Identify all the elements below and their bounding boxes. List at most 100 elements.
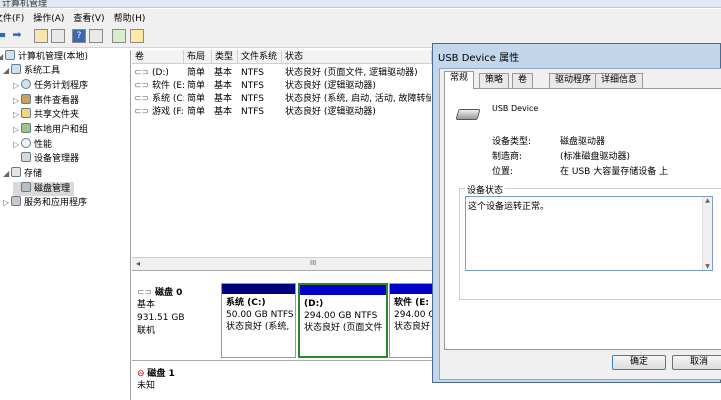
device-status-label: 设备状态 bbox=[465, 183, 506, 196]
horizontal-scrollbar[interactable]: ◂ III bbox=[132, 257, 432, 271]
help-icon[interactable]: ? bbox=[72, 29, 86, 43]
performance-icon bbox=[21, 138, 31, 148]
usb-device-properties-dialog: USB Device 属性 常规 策略 卷 驱动程序 详细信息 USB Devi… bbox=[432, 43, 721, 383]
cancel-button[interactable]: 取消 bbox=[672, 355, 721, 370]
menu-bar: 文件(F) 操作(A) 查看(V) 帮助(H) bbox=[0, 9, 721, 26]
status-scrollbar[interactable]: ▲ ▼ bbox=[702, 197, 712, 270]
field-device-type-label: 设备类型: bbox=[492, 137, 532, 147]
menu-help[interactable]: 帮助(H) bbox=[114, 11, 155, 24]
disk-0-label[interactable]: ⊂⊃ 磁盘 0 基本 931.51 GB 联机 bbox=[137, 287, 217, 338]
computer-management-icon bbox=[5, 50, 15, 60]
tree-item-task-scheduler[interactable]: ▷ 任务计划程序 bbox=[13, 79, 88, 93]
column-header-filesystem[interactable]: 文件系统 bbox=[238, 50, 282, 64]
table-cell: 基本 bbox=[214, 68, 233, 78]
column-header-volume[interactable]: 卷 bbox=[132, 50, 184, 64]
forward-icon[interactable]: ➡ bbox=[10, 29, 24, 43]
device-status-text[interactable]: 这个设备运转正常。 ▲ ▼ bbox=[465, 196, 713, 271]
tree-item-storage[interactable]: ◢ 存储 bbox=[3, 167, 42, 181]
console-tree-icon[interactable] bbox=[89, 29, 103, 43]
disk-1-label[interactable]: ⊖ 磁盘 1 未知 bbox=[137, 368, 217, 393]
table-cell: 状态良好 (逻辑驱动器) bbox=[285, 107, 376, 117]
table-cell: 简单 bbox=[187, 94, 206, 104]
usb-drive-icon bbox=[455, 109, 481, 120]
column-header-status[interactable]: 状态 bbox=[282, 50, 432, 64]
tree-item-system-tools[interactable]: ◢ 系统工具 bbox=[3, 64, 60, 78]
tree-item-services-apps[interactable]: ▷ 服务和应用程序 bbox=[3, 196, 87, 210]
users-icon bbox=[21, 123, 31, 133]
field-device-type-value: 磁盘驱动器 bbox=[560, 137, 606, 147]
tree-item-disk-management[interactable]: 磁盘管理 bbox=[13, 182, 75, 196]
field-manufacturer-label: 制造商: bbox=[492, 152, 523, 162]
field-manufacturer-value: (标准磁盘驱动器) bbox=[560, 152, 631, 162]
tab-policies[interactable]: 策略 bbox=[479, 73, 510, 88]
column-header-layout[interactable]: 布局 bbox=[184, 50, 212, 64]
table-row-f-volume[interactable]: ⊂⊃ 游戏 (F:) bbox=[134, 106, 184, 118]
partition-bar bbox=[390, 284, 434, 294]
table-cell: NTFS bbox=[241, 107, 264, 117]
table-cell: 基本 bbox=[214, 107, 233, 117]
device-manager-icon bbox=[21, 152, 31, 162]
table-row-d-volume[interactable]: ⊂⊃ (D:) bbox=[134, 67, 184, 79]
disk-0-panel: ⊂⊃ 磁盘 0 基本 931.51 GB 联机 系统 (C:) 50.00 GB… bbox=[132, 277, 435, 359]
scroll-left-icon[interactable]: ◂ bbox=[136, 259, 140, 268]
table-cell: NTFS bbox=[241, 81, 264, 91]
tree-root[interactable]: ◢ 计算机管理(本地) bbox=[0, 50, 88, 64]
disk-divider bbox=[132, 360, 432, 361]
table-cell: 简单 bbox=[187, 68, 206, 78]
scroll-thumb-grip[interactable]: III bbox=[310, 259, 316, 267]
device-name: USB Device bbox=[492, 104, 539, 113]
window-title-strip: 计算机管理 bbox=[0, 0, 721, 8]
table-row-e-volume[interactable]: ⊂⊃ 软件 (E:) bbox=[134, 80, 184, 92]
table-cell: 状态良好 (页面文件, 逻辑驱动器) bbox=[285, 68, 418, 78]
partition-c[interactable]: 系统 (C:) 50.00 GB NTFS 状态良好 (系统, bbox=[221, 283, 296, 358]
table-cell: 状态良好 (逻辑驱动器) bbox=[285, 81, 376, 91]
storage-icon bbox=[11, 167, 21, 177]
table-cell: 基本 bbox=[214, 81, 233, 91]
tab-volumes[interactable]: 卷 bbox=[512, 73, 534, 88]
disk-0-size: 931.51 GB bbox=[137, 313, 185, 323]
menu-file[interactable]: 文件(F) bbox=[0, 11, 33, 24]
shared-folder-icon bbox=[21, 108, 31, 118]
scroll-up-icon[interactable]: ▲ bbox=[703, 197, 712, 204]
disk-1-status: 未知 bbox=[137, 381, 156, 391]
navigation-tree: ◢ 计算机管理(本地) ◢ 系统工具 ▷ 任务计划程序 ▷ 事件查看器 ▷ 共享文件夹 ▷… bbox=[0, 50, 131, 400]
scroll-down-icon[interactable]: ▼ bbox=[703, 263, 712, 270]
disk-0-type: 基本 bbox=[137, 300, 156, 310]
disk-icon bbox=[21, 182, 31, 192]
table-cell: 基本 bbox=[214, 94, 233, 104]
ok-button[interactable]: 确定 bbox=[612, 355, 666, 370]
field-location-label: 位置: bbox=[492, 167, 514, 177]
export-icon[interactable] bbox=[112, 29, 126, 43]
disk-warning-icon: ⊖ bbox=[137, 369, 148, 379]
menu-action[interactable]: 操作(A) bbox=[33, 11, 73, 24]
table-cell: NTFS bbox=[241, 94, 264, 104]
table-cell: 简单 bbox=[187, 107, 206, 117]
tree-item-local-users[interactable]: ▷ 本地用户和组 bbox=[13, 123, 88, 137]
general-tab-pane: USB Device 设备类型: 磁盘驱动器 制造商: (标准磁盘驱动器) 位置… bbox=[444, 88, 721, 350]
tree-item-performance[interactable]: ▷ 性能 bbox=[13, 138, 52, 152]
tab-general[interactable]: 常规 bbox=[444, 71, 475, 89]
tab-driver[interactable]: 驱动程序 bbox=[549, 73, 598, 88]
tools-icon bbox=[11, 64, 21, 74]
table-cell: NTFS bbox=[241, 68, 264, 78]
table-row-c-volume[interactable]: ⊂⊃ 系统 (C:) bbox=[134, 93, 184, 105]
tree-item-shared-folders[interactable]: ▷ 共享文件夹 bbox=[13, 108, 79, 122]
partition-bar bbox=[300, 285, 386, 295]
partition-bar bbox=[222, 284, 295, 294]
show-hide-tree-icon[interactable] bbox=[51, 29, 65, 43]
disk-icon: ⊂⊃ bbox=[137, 288, 155, 298]
back-icon[interactable]: ▬ bbox=[0, 29, 8, 43]
clock-icon bbox=[21, 79, 31, 89]
partition-e[interactable]: 软件 (E: 294.00 GB NTF 状态良好 (逻 bbox=[389, 283, 435, 358]
menu-view[interactable]: 查看(V) bbox=[73, 11, 113, 24]
field-location-value: 在 USB 大容量存储设备 上 bbox=[560, 167, 669, 177]
tab-details[interactable]: 详细信息 bbox=[595, 73, 644, 88]
disk-0-status: 联机 bbox=[137, 326, 156, 336]
tree-item-device-manager[interactable]: 设备管理器 bbox=[13, 152, 79, 166]
properties-icon[interactable] bbox=[130, 29, 144, 43]
dialog-client: 常规 策略 卷 驱动程序 详细信息 USB Device 设备类型: 磁盘驱动器… bbox=[439, 68, 721, 380]
partition-d[interactable]: (D:) 294.00 GB NTFS 状态良好 (页面文件 bbox=[298, 283, 388, 358]
tree-item-event-viewer[interactable]: ▷ 事件查看器 bbox=[13, 94, 79, 108]
column-header-type[interactable]: 类型 bbox=[212, 50, 238, 64]
up-folder-icon[interactable] bbox=[34, 29, 48, 43]
